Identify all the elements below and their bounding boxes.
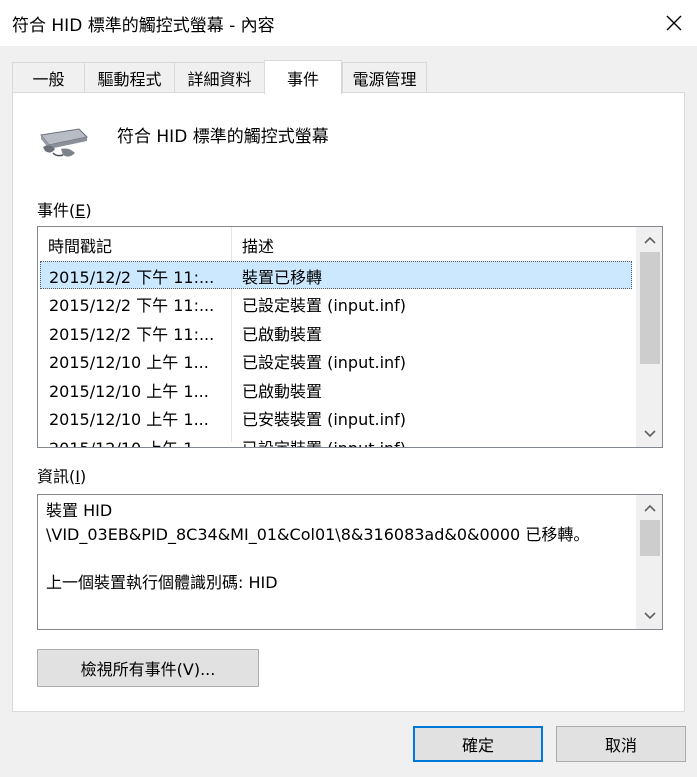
tab-label: 驅動程式 xyxy=(97,69,162,89)
title-bar: 符合 HID 標準的觸控式螢幕 - 內容 xyxy=(0,0,697,46)
events-label: 事件(E) xyxy=(37,201,92,220)
cell-timestamp: 2015/12/10 上午 1... xyxy=(49,353,209,372)
window-title: 符合 HID 標準的觸控式螢幕 - 內容 xyxy=(12,16,275,36)
chevron-down-icon xyxy=(644,612,656,620)
cell-timestamp: 2015/12/2 下午 11:... xyxy=(49,325,215,344)
cancel-label: 取消 xyxy=(604,736,637,755)
ok-button[interactable]: 確定 xyxy=(413,726,543,762)
events-panel: 符合 HID 標準的觸控式螢幕 事件(E) 時間戳記 描述 2015/12/2 … xyxy=(12,92,685,712)
info-label: 資訊(I) xyxy=(37,467,87,486)
chevron-up-icon xyxy=(644,236,656,244)
table-row[interactable]: 2015/12/2 下午 11:... 已設定裝置 (input.inf) xyxy=(40,289,632,317)
table-row[interactable]: 2015/12/2 下午 11:... 已啟動裝置 xyxy=(40,318,632,346)
scroll-thumb[interactable] xyxy=(640,252,660,364)
view-all-events-button[interactable]: 檢視所有事件(V)... xyxy=(37,649,259,687)
cell-description: 裝置已移轉 xyxy=(242,268,323,287)
tab-details[interactable]: 詳細資料 xyxy=(174,62,265,92)
table-row[interactable]: 2015/12/10 上午 1... 已設定裝置 (input.inf) xyxy=(40,346,632,374)
device-name: 符合 HID 標準的觸控式螢幕 xyxy=(117,127,329,147)
tab-label: 事件 xyxy=(286,69,319,89)
info-text: 裝置 HID \VID_03EB&PID_8C34&MI_01&Col01\8&… xyxy=(46,501,590,592)
cell-description: 已啟動裝置 xyxy=(242,382,323,401)
table-row[interactable]: 2015/12/10 上午 1... 已設定裝置 (input.inf) xyxy=(40,432,632,447)
events-list-scrollbar[interactable] xyxy=(636,227,662,447)
tab-label: 一般 xyxy=(32,69,65,89)
tab-label: 電源管理 xyxy=(352,69,417,89)
cell-timestamp: 2015/12/2 下午 11:... xyxy=(49,268,215,287)
scroll-thumb[interactable] xyxy=(640,520,660,556)
cell-description: 已設定裝置 (input.inf) xyxy=(242,353,407,372)
table-row[interactable]: 2015/12/10 上午 1... 已啟動裝置 xyxy=(40,375,632,403)
scroll-down-button[interactable] xyxy=(637,605,662,627)
tab-driver[interactable]: 驅動程式 xyxy=(84,62,175,92)
events-list[interactable]: 時間戳記 描述 2015/12/2 下午 11:... 裝置已移轉 2015/1… xyxy=(37,226,663,448)
table-row[interactable]: 2015/12/2 下午 11:... 裝置已移轉 xyxy=(40,261,632,289)
cell-description: 已設定裝置 (input.inf) xyxy=(242,296,407,315)
scroll-up-button[interactable] xyxy=(637,229,662,251)
cell-description: 已安裝裝置 (input.inf) xyxy=(242,410,407,429)
scroll-up-button[interactable] xyxy=(637,497,662,519)
events-list-header: 時間戳記 描述 xyxy=(38,227,634,442)
close-icon xyxy=(666,15,682,31)
cell-description: 已設定裝置 (input.inf) xyxy=(242,435,406,447)
tab-events[interactable]: 事件 xyxy=(264,60,342,94)
cell-timestamp: 2015/12/10 上午 1... xyxy=(49,410,209,429)
tab-power-management[interactable]: 電源管理 xyxy=(342,62,427,92)
tab-label: 詳細資料 xyxy=(187,69,252,89)
close-button[interactable] xyxy=(651,0,697,46)
info-scrollbar[interactable] xyxy=(636,495,662,629)
cancel-button[interactable]: 取消 xyxy=(556,726,686,762)
touch-screen-device-icon xyxy=(40,128,89,157)
chevron-up-icon xyxy=(644,504,656,512)
cell-timestamp: 2015/12/10 上午 1... xyxy=(49,382,209,401)
info-textbox[interactable]: 裝置 HID \VID_03EB&PID_8C34&MI_01&Col01\8&… xyxy=(37,494,663,630)
cell-description: 已啟動裝置 xyxy=(242,325,323,344)
view-all-events-label: 檢視所有事件(V)... xyxy=(80,660,216,679)
tab-general[interactable]: 一般 xyxy=(12,62,85,92)
chevron-down-icon xyxy=(644,430,656,438)
scroll-down-button[interactable] xyxy=(637,423,662,445)
column-header-timestamp[interactable]: 時間戳記 xyxy=(48,233,112,257)
column-header-description[interactable]: 描述 xyxy=(242,233,274,257)
ok-label: 確定 xyxy=(461,736,494,755)
cell-timestamp: 2015/12/2 下午 11:... xyxy=(49,296,215,315)
cell-timestamp: 2015/12/10 上午 1... xyxy=(49,435,209,447)
table-row[interactable]: 2015/12/10 上午 1... 已安裝裝置 (input.inf) xyxy=(40,403,632,431)
